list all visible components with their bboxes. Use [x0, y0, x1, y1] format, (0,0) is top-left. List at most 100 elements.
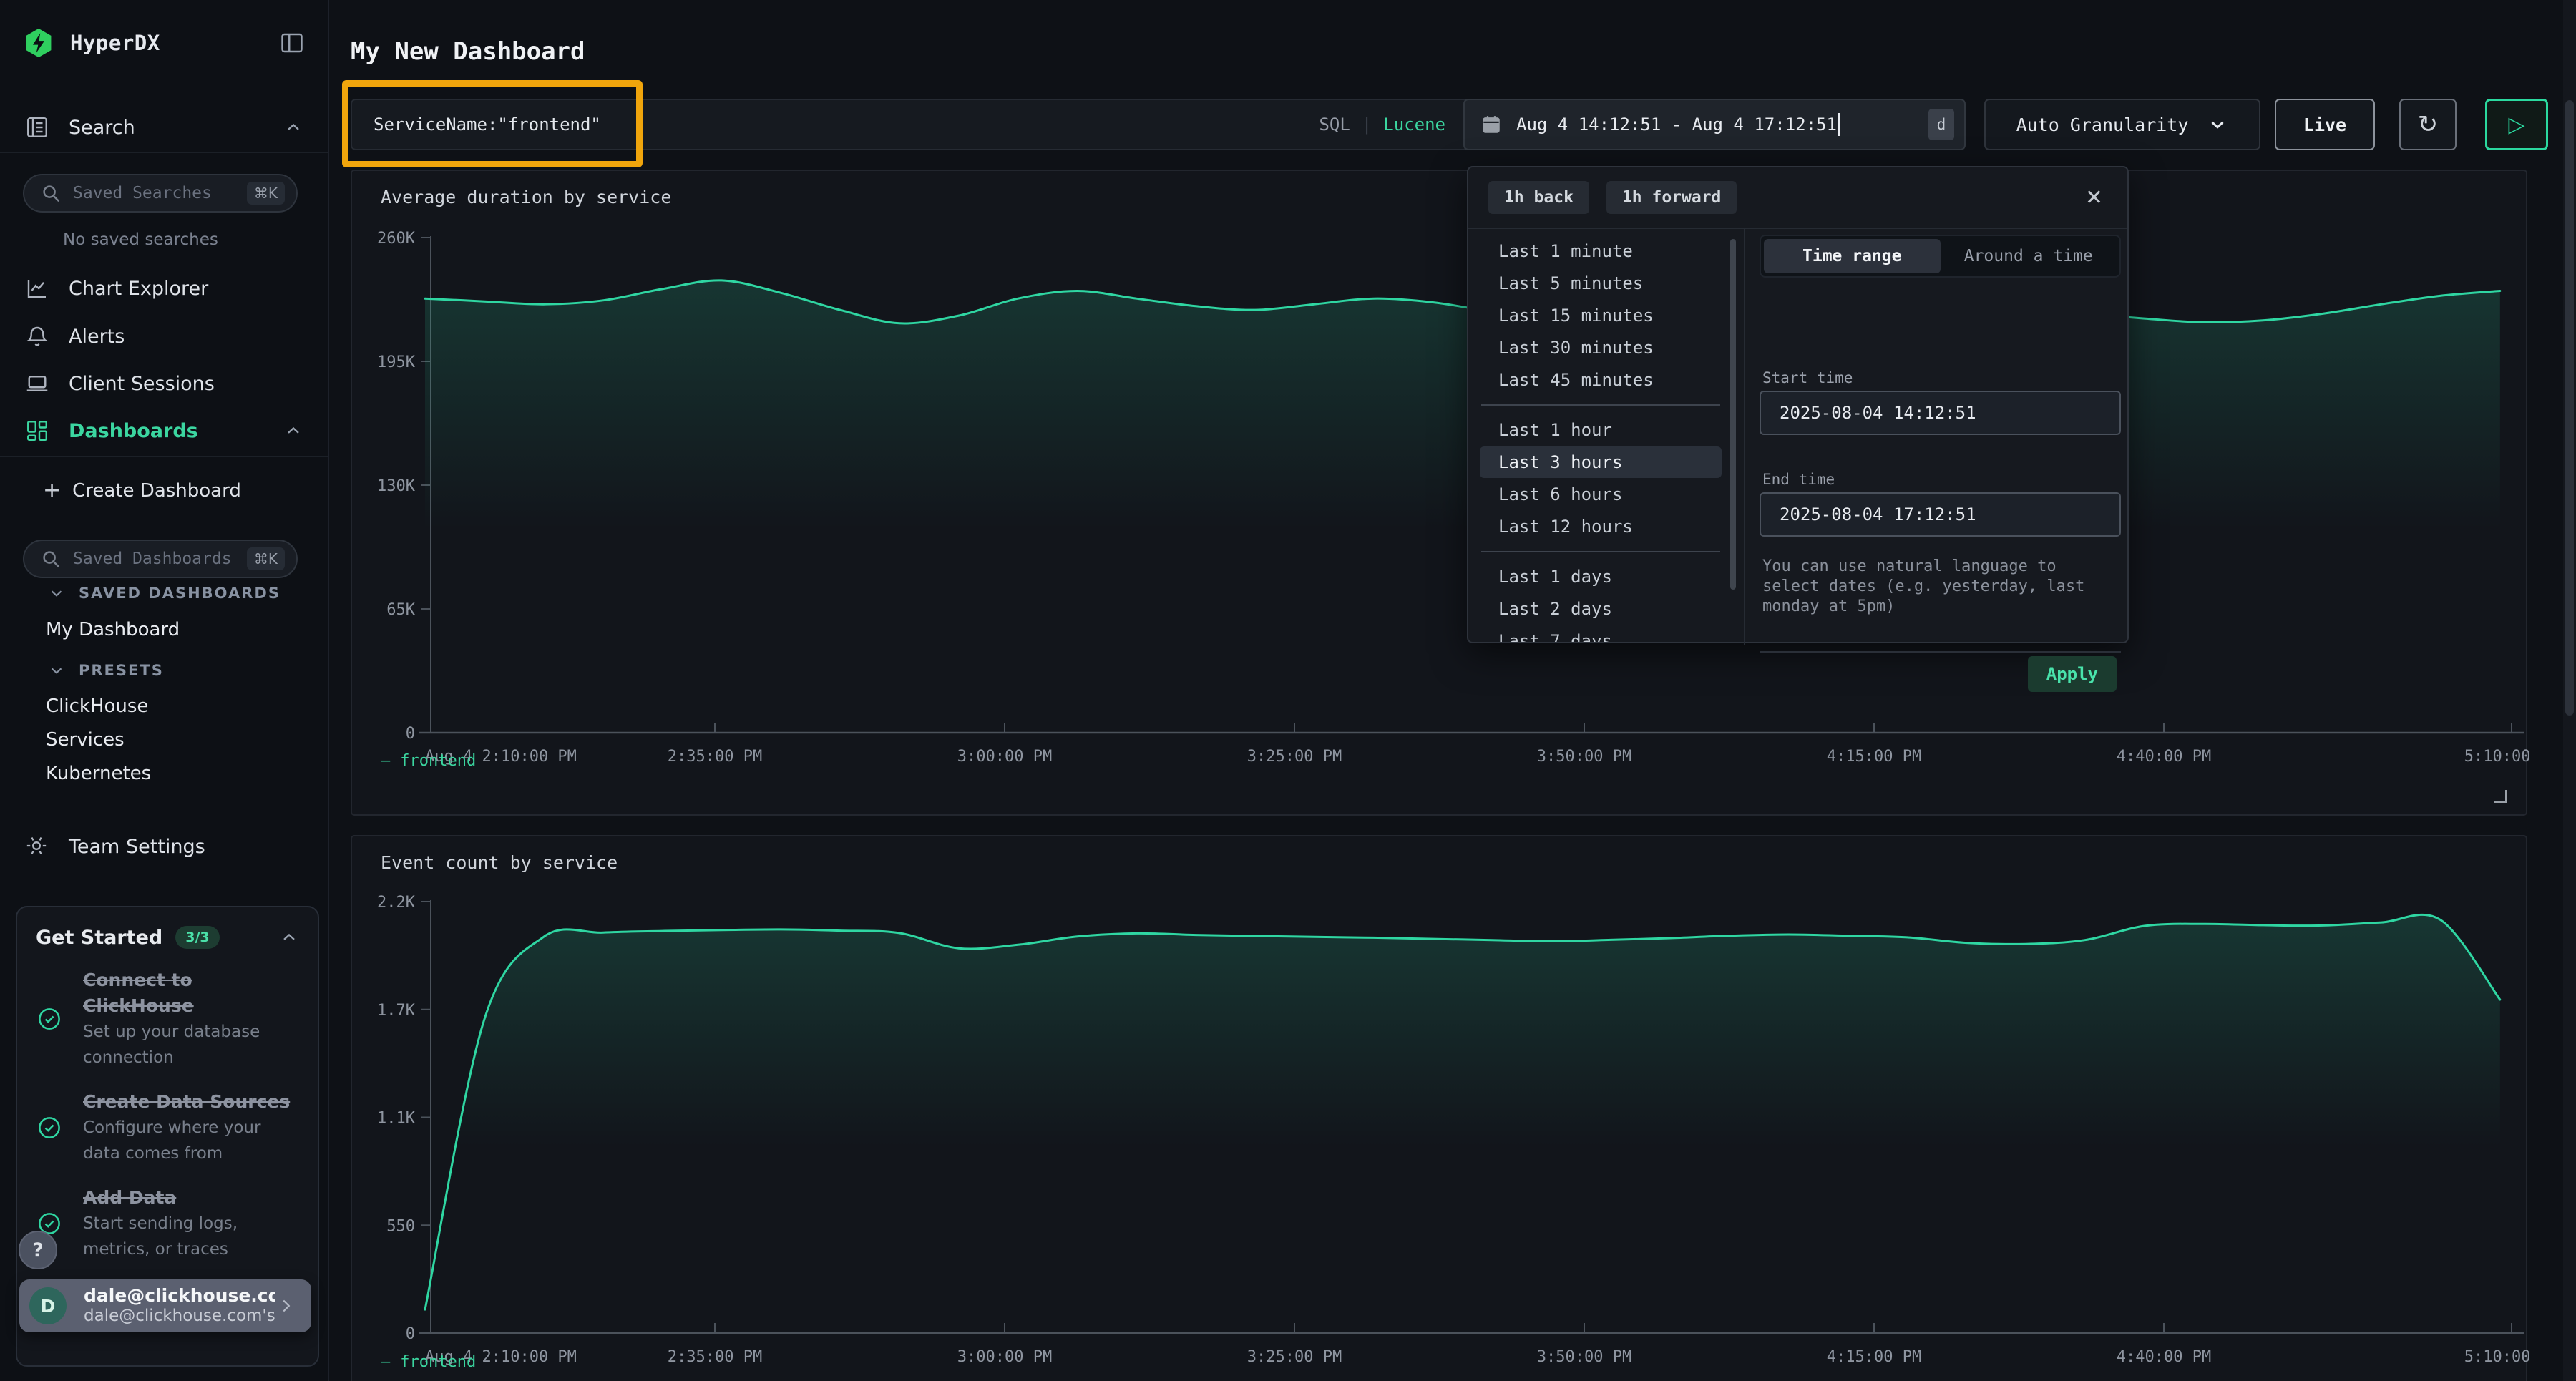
task-description: connection	[83, 1045, 260, 1070]
get-started-item[interactable]: Connect toClickHouseSet up your database…	[17, 956, 318, 1078]
sidebar-collapse-icon[interactable]	[279, 30, 305, 56]
run-query-button[interactable]: ▷	[2485, 99, 2548, 150]
svg-text:3:00:00 PM: 3:00:00 PM	[957, 748, 1052, 766]
sidebar-item-client-sessions[interactable]: Client Sessions	[0, 361, 328, 406]
sidebar: HyperDX Search Saved Searches ⌘K No save…	[0, 0, 329, 1381]
time-range-value: Aug 4 14:12:51 - Aug 4 17:12:51	[1516, 114, 1837, 135]
tab-time-range[interactable]: Time range	[1764, 239, 1941, 273]
saved-dashboards-input[interactable]: Saved Dashboards ⌘K	[23, 540, 298, 578]
shift-back-button[interactable]: 1h back	[1488, 181, 1589, 214]
chart-legend[interactable]: —frontend	[381, 1353, 476, 1371]
time-range-picker-popover: 1h back 1h forward ✕ Last 1 minuteLast 5…	[1467, 166, 2129, 643]
svg-text:0: 0	[406, 1325, 415, 1343]
preset-dashboard-kubernetes[interactable]: Kubernetes	[46, 763, 151, 784]
saved-dashboards-placeholder: Saved Dashboards	[73, 550, 247, 568]
get-started-item[interactable]: Create Data SourcesConfigure where yourd…	[17, 1078, 318, 1173]
scrollbar-thumb[interactable]	[1730, 239, 1736, 590]
svg-text:2:35:00 PM: 2:35:00 PM	[668, 748, 762, 766]
get-started-title: Get Started	[36, 927, 162, 949]
chevron-up-icon[interactable]	[283, 117, 303, 137]
start-time-label: Start time	[1762, 369, 1853, 386]
user-account-chip[interactable]: D dale@clickhouse.com dale@clickhouse.co…	[19, 1279, 311, 1332]
section-saved-dashboards[interactable]: SAVED DASHBOARDS	[47, 584, 280, 602]
chart-legend[interactable]: —frontend	[381, 752, 476, 770]
preset-dashboard-clickhouse[interactable]: ClickHouse	[46, 696, 148, 717]
time-range-option[interactable]: Last 1 days	[1480, 561, 1722, 592]
calendar-icon	[1480, 114, 1502, 135]
search-list-icon	[24, 114, 50, 140]
mode-divider: |	[1362, 114, 1372, 135]
apply-button[interactable]: Apply	[2028, 656, 2117, 692]
avatar: D	[29, 1287, 67, 1324]
time-range-option[interactable]: Last 1 hour	[1480, 414, 1722, 446]
tab-around-a-time[interactable]: Around a time	[1941, 239, 2117, 273]
time-range-option[interactable]: Last 3 hours	[1480, 446, 1722, 478]
create-dashboard-label: Create Dashboard	[72, 480, 241, 502]
check-circle-icon	[36, 1114, 63, 1141]
picker-mode-tabs: Time range Around a time	[1760, 235, 2121, 278]
refresh-button[interactable]: ↻	[2399, 99, 2457, 150]
relative-time-list: Last 1 minuteLast 5 minutesLast 15 minut…	[1477, 233, 1724, 642]
page-title: My New Dashboard	[351, 37, 585, 66]
svg-text:3:25:00 PM: 3:25:00 PM	[1247, 748, 1342, 766]
section-presets[interactable]: PRESETS	[47, 661, 164, 680]
user-team: dale@clickhouse.com's	[84, 1306, 275, 1326]
sidebar-item-team-settings[interactable]: Team Settings	[0, 824, 328, 869]
saved-searches-input[interactable]: Saved Searches ⌘K	[23, 174, 298, 213]
user-email: dale@clickhouse.com	[84, 1286, 275, 1306]
svg-text:195K: 195K	[377, 353, 416, 371]
time-range-input[interactable]: Aug 4 14:12:51 - Aug 4 17:12:51 d	[1463, 99, 1966, 150]
shift-forward-button[interactable]: 1h forward	[1606, 181, 1737, 214]
start-time-input[interactable]: 2025-08-04 14:12:51	[1760, 391, 2121, 435]
svg-text:5:10:00 PM: 5:10:00 PM	[2464, 1348, 2529, 1366]
time-range-option[interactable]: Last 15 minutes	[1480, 300, 1722, 331]
line-chart-event-count-by-service[interactable]: 05501.1K1.7K2.2KAug 4 2:10:00 PM2:35:00 …	[352, 836, 2529, 1381]
help-button[interactable]: ?	[19, 1231, 57, 1269]
panel-resize-handle[interactable]	[2494, 790, 2507, 803]
task-description: data comes from	[83, 1141, 290, 1166]
create-dashboard-button[interactable]: + Create Dashboard	[43, 478, 241, 503]
filter-query-text: ServiceName:"frontend"	[374, 114, 601, 135]
refresh-icon: ↻	[2418, 110, 2439, 139]
svg-text:2:35:00 PM: 2:35:00 PM	[668, 1348, 762, 1366]
svg-text:3:50:00 PM: 3:50:00 PM	[1537, 748, 1631, 766]
get-started-item[interactable]: Add DataStart sending logs,metrics, or t…	[17, 1173, 318, 1269]
live-button[interactable]: Live	[2275, 99, 2375, 150]
time-range-option[interactable]: Last 12 hours	[1480, 511, 1722, 542]
list-scrollbar[interactable]	[1730, 236, 1736, 637]
chevron-up-icon[interactable]	[283, 421, 303, 441]
line-chart-average-duration-by-service[interactable]: 065K130K195K260KAug 4 2:10:00 PM2:35:00 …	[352, 171, 2529, 817]
sql-mode-toggle[interactable]: SQL	[1319, 114, 1350, 135]
svg-text:1.1K: 1.1K	[377, 1110, 416, 1128]
time-range-option[interactable]: Last 2 days	[1480, 593, 1722, 625]
check-circle-icon	[36, 1005, 63, 1033]
sidebar-item-label: Chart Explorer	[69, 278, 208, 300]
sidebar-item-label: Alerts	[69, 326, 125, 348]
sidebar-item-label: Client Sessions	[69, 373, 215, 395]
svg-text:4:40:00 PM: 4:40:00 PM	[2117, 748, 2211, 766]
close-icon[interactable]: ✕	[2081, 185, 2107, 210]
time-range-option[interactable]: Last 30 minutes	[1480, 332, 1722, 363]
end-time-input[interactable]: 2025-08-04 17:12:51	[1760, 492, 2121, 537]
hyperdx-logo-icon	[23, 27, 54, 59]
chevron-up-icon[interactable]	[279, 927, 299, 947]
time-range-option[interactable]: Last 6 hours	[1480, 479, 1722, 510]
saved-dashboard-my-dashboard[interactable]: My Dashboard	[46, 619, 180, 640]
time-range-option[interactable]: Last 5 minutes	[1480, 268, 1722, 299]
sidebar-item-dashboards[interactable]: Dashboards	[0, 408, 328, 454]
dashboard-filter-input[interactable]: ServiceName:"frontend" SQL | Lucene	[351, 99, 1468, 150]
sidebar-item-label: Dashboards	[69, 420, 198, 442]
lucene-mode-toggle[interactable]: Lucene	[1383, 114, 1445, 135]
sidebar-item-chart-explorer[interactable]: Chart Explorer	[0, 265, 328, 311]
time-range-option[interactable]: Last 45 minutes	[1480, 364, 1722, 396]
time-range-option[interactable]: Last 1 minute	[1480, 235, 1722, 267]
granularity-select[interactable]: Auto Granularity	[1984, 99, 2260, 150]
sidebar-item-search[interactable]: Search	[0, 104, 328, 150]
svg-text:4:15:00 PM: 4:15:00 PM	[1827, 1348, 1921, 1366]
window-scrollbar-thumb[interactable]	[2565, 100, 2574, 716]
list-divider	[1481, 404, 1720, 406]
window-scrollbar[interactable]	[2563, 0, 2576, 1381]
preset-dashboard-services[interactable]: Services	[46, 729, 125, 751]
sidebar-item-alerts[interactable]: Alerts	[0, 313, 328, 359]
time-range-option[interactable]: Last 7 days	[1480, 625, 1722, 642]
